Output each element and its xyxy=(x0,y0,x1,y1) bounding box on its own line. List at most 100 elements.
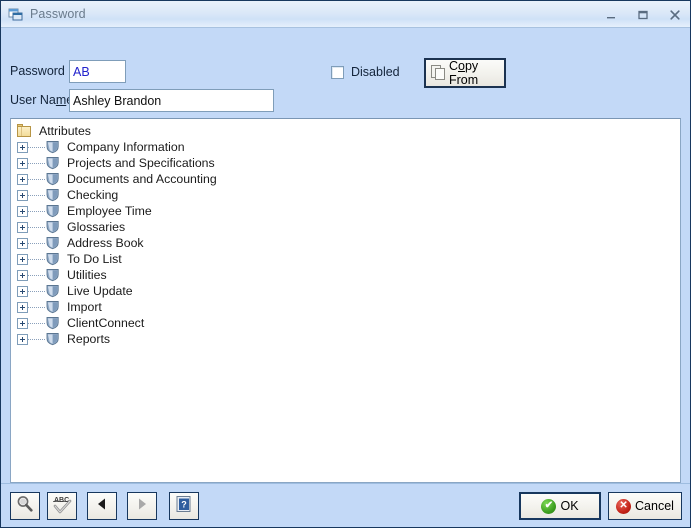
arrow-right-icon xyxy=(135,497,149,516)
window-controls xyxy=(602,1,684,28)
ok-button[interactable]: ✔ OK xyxy=(519,492,601,520)
tree-item-label: Reports xyxy=(67,332,111,346)
password-dialog-window: Password Password User Name User Title U… xyxy=(0,0,691,528)
tree-item-label: Import xyxy=(67,300,102,314)
window-title: Password xyxy=(30,7,86,21)
shield-icon xyxy=(45,220,61,234)
disabled-checkbox-group[interactable]: Disabled xyxy=(331,65,400,79)
tree-item[interactable]: Documents and Accounting xyxy=(11,171,680,187)
shield-icon xyxy=(45,172,61,186)
expand-plus-icon[interactable] xyxy=(17,237,28,249)
close-icon[interactable] xyxy=(666,6,684,24)
app-window-icon xyxy=(8,6,24,22)
password-input[interactable] xyxy=(69,60,126,83)
expand-plus-icon[interactable] xyxy=(17,301,28,313)
tree-item[interactable]: Company Information xyxy=(11,139,680,155)
title-bar: Password xyxy=(1,1,690,28)
tree-item[interactable]: Employee Time xyxy=(11,203,680,219)
tree-item[interactable]: Address Book xyxy=(11,235,680,251)
search-button[interactable] xyxy=(10,492,40,520)
tree-connector xyxy=(28,174,45,185)
copy-from-button[interactable]: Copy From xyxy=(424,58,506,88)
shield-icon xyxy=(45,156,61,170)
expand-plus-icon[interactable] xyxy=(17,285,28,297)
tree-connector xyxy=(28,142,45,153)
tree-item[interactable]: To Do List xyxy=(11,251,680,267)
user-name-label-text: User Na xyxy=(10,93,56,107)
tree-connector xyxy=(28,286,45,297)
tree-item-label: To Do List xyxy=(67,252,122,266)
tree-root-item[interactable]: Attributes xyxy=(11,123,680,139)
minimize-icon[interactable] xyxy=(602,6,620,24)
tree-item-label: Checking xyxy=(67,188,119,202)
copy-from-label-text: C xyxy=(449,59,459,73)
check-circle-icon: ✔ xyxy=(541,498,557,514)
tree-connector xyxy=(28,334,45,345)
next-button[interactable] xyxy=(127,492,157,520)
tree-connector xyxy=(28,254,45,265)
cancel-button[interactable]: ✕ Cancel xyxy=(608,492,682,520)
tree-item[interactable]: Reports xyxy=(11,331,680,347)
attributes-tree-panel[interactable]: Attributes Company Information Projects … xyxy=(10,118,681,483)
tree-item[interactable]: Live Update xyxy=(11,283,680,299)
help-question-icon: ? xyxy=(175,495,193,518)
expand-plus-icon[interactable] xyxy=(17,141,28,153)
tree-item-label: Projects and Specifications xyxy=(67,156,215,170)
shield-icon xyxy=(45,300,61,314)
user-name-input[interactable] xyxy=(69,89,274,112)
shield-icon xyxy=(45,332,61,346)
shield-icon xyxy=(45,268,61,282)
copy-pages-icon xyxy=(431,65,446,81)
expand-plus-icon[interactable] xyxy=(17,253,28,265)
shield-icon xyxy=(45,252,61,266)
maximize-icon[interactable] xyxy=(634,6,652,24)
tree-connector xyxy=(28,318,45,329)
tree-item[interactable]: Glossaries xyxy=(11,219,680,235)
tree-connector xyxy=(28,206,45,217)
tree-connector xyxy=(28,222,45,233)
expand-plus-icon[interactable] xyxy=(17,317,28,329)
tree-item-label: Live Update xyxy=(67,284,133,298)
password-label: Password xyxy=(10,64,65,78)
tree-item[interactable]: Checking xyxy=(11,187,680,203)
svg-text:?: ? xyxy=(181,499,187,509)
expand-plus-icon[interactable] xyxy=(17,189,28,201)
shield-icon xyxy=(45,236,61,250)
tree-item-label: Glossaries xyxy=(67,220,126,234)
tree-item-label: Employee Time xyxy=(67,204,152,218)
disabled-label: Disabled xyxy=(351,65,400,79)
shield-icon xyxy=(45,316,61,330)
expand-plus-icon[interactable] xyxy=(17,333,28,345)
form-area: Password User Name User Title User E-mai… xyxy=(1,28,690,142)
tree-connector xyxy=(28,158,45,169)
cancel-circle-icon: ✕ xyxy=(616,498,632,514)
disabled-checkbox[interactable] xyxy=(331,65,344,79)
magnifier-icon xyxy=(15,494,35,519)
bottom-toolbar: ABC ? ✔ OK ✕ Cancel xyxy=(1,483,690,527)
folder-icon xyxy=(17,124,33,138)
previous-button[interactable] xyxy=(87,492,117,520)
tree-connector xyxy=(28,238,45,249)
spellcheck-button[interactable]: ABC xyxy=(47,492,77,520)
expand-plus-icon[interactable] xyxy=(17,157,28,169)
tree-item-label: ClientConnect xyxy=(67,316,145,330)
expand-plus-icon[interactable] xyxy=(17,205,28,217)
tree-item[interactable]: Utilities xyxy=(11,267,680,283)
expand-plus-icon[interactable] xyxy=(17,221,28,233)
copy-from-label: Copy From xyxy=(449,59,504,87)
expand-plus-icon[interactable] xyxy=(17,173,28,185)
tree-item-label: Documents and Accounting xyxy=(67,172,217,186)
tree-connector xyxy=(28,270,45,281)
tree-item-label: Address Book xyxy=(67,236,144,250)
arrow-left-icon xyxy=(95,497,109,516)
tree-item[interactable]: Projects and Specifications xyxy=(11,155,680,171)
tree-item[interactable]: ClientConnect xyxy=(11,315,680,331)
cancel-label: Cancel xyxy=(635,499,674,513)
attributes-tree: Attributes Company Information Projects … xyxy=(11,119,680,347)
tree-item[interactable]: Import xyxy=(11,299,680,315)
shield-icon xyxy=(45,284,61,298)
expand-plus-icon[interactable] xyxy=(17,269,28,281)
shield-icon xyxy=(45,188,61,202)
ok-label: OK xyxy=(560,499,579,513)
help-button[interactable]: ? xyxy=(169,492,199,520)
